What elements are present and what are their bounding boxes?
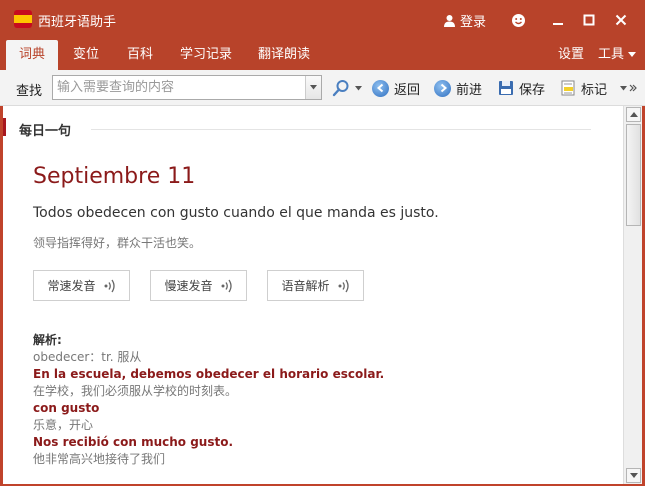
tab-conjugation[interactable]: 变位 xyxy=(62,40,110,70)
analysis-line: con gusto xyxy=(33,401,100,415)
chevron-up-icon xyxy=(629,112,638,117)
tools-label: 工具 xyxy=(598,47,625,62)
tools-menu[interactable]: 工具 xyxy=(598,40,637,70)
toolbar-overflow-button[interactable] xyxy=(620,78,637,98)
voice-analysis-button[interactable]: 语音解析 xyxy=(267,270,364,301)
analysis-line: 在学校，我们必须服从学校的时刻表。 xyxy=(33,384,238,398)
mark-button[interactable]: 标记 xyxy=(560,78,607,98)
user-icon xyxy=(444,15,455,27)
save-label: 保存 xyxy=(519,82,546,98)
tab-study-records[interactable]: 学习记录 xyxy=(172,40,240,70)
analysis-line: 他非常高兴地接待了我们 xyxy=(33,452,166,466)
login-button[interactable]: 登录 xyxy=(443,11,486,30)
analysis-heading: 解析: xyxy=(33,333,62,347)
analysis-line: Nos recibió con mucho gusto. xyxy=(33,435,234,449)
search-label: 查找 xyxy=(16,84,43,99)
menu-bar: 词典 变位 百科 学习记录 翻译朗读 设置 工具 xyxy=(0,40,645,70)
forward-icon xyxy=(434,79,451,97)
section-marker xyxy=(3,118,6,136)
chevron-down-icon xyxy=(628,52,637,57)
chevron-down-icon xyxy=(355,85,362,90)
double-chevron-right-icon xyxy=(629,84,637,92)
normal-speed-button[interactable]: 常速发音 xyxy=(33,270,130,301)
scroll-thumb[interactable] xyxy=(626,124,641,226)
mark-label: 标记 xyxy=(581,82,608,98)
scroll-up-button[interactable] xyxy=(626,107,641,122)
tab-translate-read[interactable]: 翻译朗读 xyxy=(250,40,318,70)
section-divider xyxy=(91,129,591,130)
analysis-line: 乐意，开心 xyxy=(33,418,94,432)
back-icon xyxy=(372,79,389,97)
tab-dictionary[interactable]: 词典 xyxy=(6,40,58,70)
maximize-icon[interactable] xyxy=(579,10,599,30)
app-title: 西班牙语助手 xyxy=(38,15,117,30)
tab-encyclopedia[interactable]: 百科 xyxy=(116,40,164,70)
title-bar: 西班牙语助手 登录 xyxy=(0,0,645,40)
scroll-down-button[interactable] xyxy=(626,468,641,483)
login-label: 登录 xyxy=(460,15,487,30)
search-input[interactable] xyxy=(53,76,303,99)
normal-speed-label: 常速发音 xyxy=(47,279,96,293)
slow-speed-button[interactable]: 慢速发音 xyxy=(150,270,247,301)
settings-menu[interactable]: 设置 xyxy=(558,40,584,70)
chevron-down-icon xyxy=(620,85,627,90)
back-button[interactable]: 返回 xyxy=(372,78,420,98)
chevron-down-icon xyxy=(629,473,638,478)
minimize-icon[interactable] xyxy=(548,10,568,30)
close-icon[interactable] xyxy=(611,10,631,30)
sound-icon xyxy=(221,279,232,292)
sentence-date: Septiembre 11 xyxy=(33,164,196,189)
search-icon xyxy=(332,80,349,97)
search-button[interactable] xyxy=(332,78,362,98)
vertical-scrollbar[interactable] xyxy=(623,106,642,484)
save-button[interactable]: 保存 xyxy=(498,78,545,98)
search-history-dropdown[interactable] xyxy=(305,76,321,99)
daily-sentence-panel: 每日一句 Septiembre 11 Todos obedecen con gu… xyxy=(3,106,623,484)
section-title: 每日一句 xyxy=(19,124,72,139)
sound-icon xyxy=(104,279,115,292)
save-icon xyxy=(499,81,513,95)
sound-icon xyxy=(338,279,349,292)
forward-button[interactable]: 前进 xyxy=(434,78,482,98)
back-label: 返回 xyxy=(394,82,421,98)
analysis-line: obedecer：tr. 服从 xyxy=(33,350,142,364)
analysis-line: En la escuela, debemos obedecer el horar… xyxy=(33,367,385,381)
slow-speed-label: 慢速发音 xyxy=(164,279,213,293)
chinese-translation: 领导指挥得好，群众干活也笑。 xyxy=(33,236,202,250)
smiley-icon[interactable] xyxy=(508,10,528,30)
chevron-down-icon xyxy=(310,85,317,90)
analysis-block: 解析: obedecer：tr. 服从 En la escuela, debem… xyxy=(33,332,384,468)
toolbar: 查找 返回 前进 保存 xyxy=(0,70,645,106)
search-box xyxy=(52,75,322,100)
mark-icon xyxy=(561,80,575,96)
spain-flag-icon xyxy=(14,10,32,28)
voice-analysis-label: 语音解析 xyxy=(281,279,330,293)
forward-label: 前进 xyxy=(456,82,483,98)
spanish-sentence: Todos obedecen con gusto cuando el que m… xyxy=(33,205,439,221)
